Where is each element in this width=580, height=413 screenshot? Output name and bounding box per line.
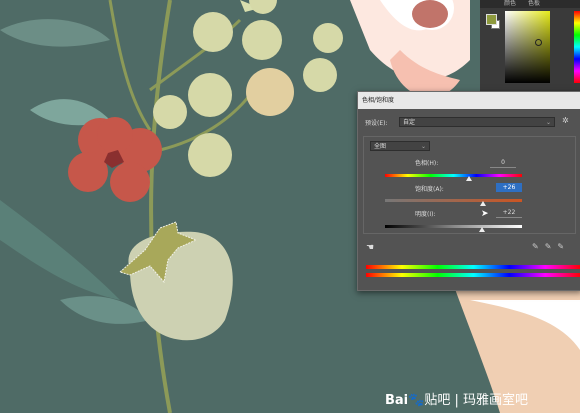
targeted-adjustment-hand-icon[interactable]: ☚	[366, 243, 374, 253]
eyedropper-icon[interactable]: ✎	[532, 242, 545, 251]
saturation-slider-thumb[interactable]	[480, 201, 486, 206]
preset-dropdown[interactable]: 自定 ⌄	[399, 117, 555, 127]
saturation-label: 饱和度(A):	[415, 186, 444, 193]
hue-slider-thumb[interactable]	[466, 176, 472, 181]
channel-value: 全图	[374, 143, 387, 150]
lightness-slider[interactable]	[385, 225, 522, 228]
chevron-down-icon: ⌄	[545, 119, 551, 126]
color-picker-ring[interactable]	[535, 39, 542, 46]
tieba-label: 贴吧	[424, 393, 451, 408]
tab-swatches[interactable]: 色板	[528, 0, 540, 7]
foreground-color-swatch[interactable]	[486, 14, 497, 25]
saturation-slider[interactable]	[385, 199, 522, 202]
hue-value-field[interactable]: 0	[490, 158, 516, 168]
saturation-value-field[interactable]: +26	[496, 183, 522, 192]
watermark-separator: |	[454, 393, 459, 408]
lightness-slider-thumb[interactable]	[479, 227, 485, 232]
tab-color[interactable]: 颜色	[504, 0, 516, 7]
paw-icon: 🐾	[408, 393, 425, 408]
hue-label: 色相(H):	[415, 160, 439, 167]
input-spectrum-bar	[366, 265, 580, 269]
eyedropper-subtract-icon[interactable]: ✎	[557, 242, 570, 251]
channel-dropdown[interactable]: 全图 ⌄	[370, 141, 430, 151]
lightness-label: 明度(I):	[415, 211, 436, 218]
hue-slider[interactable]	[385, 174, 522, 177]
baidu-logo: Bai	[385, 393, 409, 408]
watermark-author: 玛雅画室吧	[463, 393, 529, 408]
tieba-watermark: Bai🐾贴吧 | 玛雅画室吧	[385, 389, 528, 408]
output-spectrum-bar	[366, 273, 580, 277]
dialog-title: 色相/饱和度	[358, 92, 580, 109]
color-panel: 颜色 色板	[480, 0, 580, 100]
chevron-down-icon: ⌄	[420, 143, 426, 150]
preset-label: 预设(E):	[365, 120, 388, 127]
color-panel-tabs: 颜色 色板	[480, 0, 580, 8]
hue-saturation-dialog: 色相/饱和度 预设(E): 自定 ⌄ ✲ 全图 ⌄ 色相(H): 0 饱和度(A…	[357, 91, 580, 291]
eyedropper-add-icon[interactable]: ✎	[545, 242, 558, 251]
foreground-background-swatch[interactable]	[486, 14, 500, 29]
mouse-cursor-icon: ➤	[481, 209, 489, 219]
color-picker-field[interactable]	[505, 11, 550, 83]
lightness-value-field[interactable]: +22	[496, 208, 522, 218]
hue-strip[interactable]	[574, 11, 580, 83]
gear-icon[interactable]: ✲	[562, 116, 569, 125]
eyedropper-tools: ✎✎✎	[532, 242, 570, 251]
preset-value: 自定	[403, 119, 416, 126]
